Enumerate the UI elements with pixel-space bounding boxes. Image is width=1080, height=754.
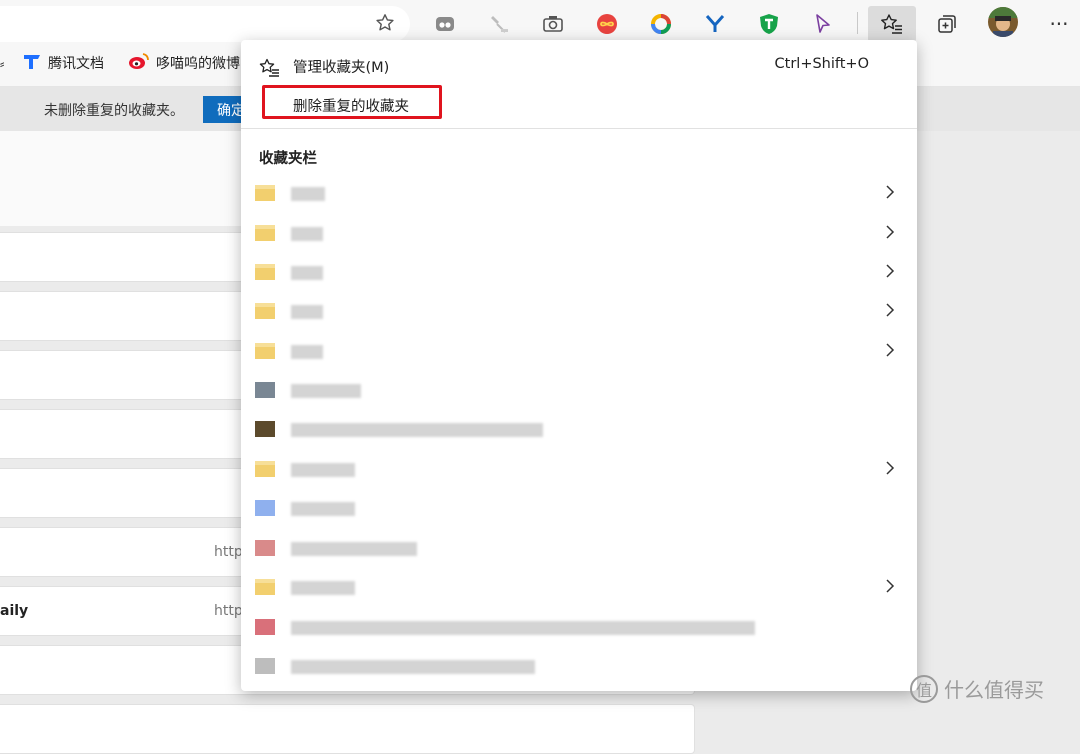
watermark: 值 什么值得买 (910, 674, 1044, 703)
favorite-link[interactable] (241, 489, 917, 525)
list-item-url: http (214, 544, 243, 560)
infinity-icon[interactable] (590, 8, 624, 40)
site-icon (255, 421, 275, 437)
favorites-bar-section-title: 收藏夹栏 (259, 151, 317, 167)
folder-icon (255, 343, 275, 359)
weibo-icon (128, 52, 150, 74)
favorite-label-redacted (291, 621, 755, 635)
site-icon (255, 500, 275, 516)
manage-favorites-icon (259, 58, 279, 77)
manage-favorites-item[interactable]: 管理收藏夹(M) Ctrl+Shift+O (241, 47, 917, 85)
favorite-folder[interactable] (241, 332, 917, 368)
watermark-logo: 值 (910, 674, 938, 703)
chevron-right-icon (886, 225, 895, 239)
favorites-icon[interactable] (868, 6, 916, 42)
cursor-icon[interactable] (806, 8, 840, 40)
folder-icon (255, 303, 275, 319)
chevron-right-icon (886, 264, 895, 278)
favorite-link[interactable] (241, 410, 917, 446)
favorite-label-redacted (291, 384, 361, 398)
site-icon (255, 540, 275, 556)
favorite-folder[interactable] (241, 292, 917, 328)
favorites-menu: 管理收藏夹(M) Ctrl+Shift+O 删除重复的收藏夹 收藏夹栏 (241, 40, 917, 691)
bookmark-tencent-docs[interactable]: 腾讯文档 (22, 48, 104, 78)
favorite-label-redacted (291, 581, 355, 595)
favorite-label-redacted (291, 187, 325, 201)
avatar[interactable] (986, 6, 1020, 38)
favorite-label-redacted (291, 423, 543, 437)
favorite-folder[interactable] (241, 568, 917, 604)
favorite-link[interactable] (241, 371, 917, 407)
folder-icon (255, 185, 275, 201)
folder-icon (255, 264, 275, 280)
collections-icon[interactable] (930, 8, 964, 40)
favorite-label-redacted (291, 227, 323, 241)
favorite-label-redacted (291, 660, 535, 674)
site-icon (255, 658, 275, 674)
y-icon[interactable] (698, 8, 732, 40)
shield-t-icon[interactable] (752, 8, 786, 40)
chevron-right-icon (886, 579, 895, 593)
reader-icon[interactable] (428, 8, 462, 40)
chevron-right-icon (886, 303, 895, 317)
favorite-label-redacted (291, 266, 323, 280)
favorite-label-redacted (291, 463, 355, 477)
favorite-label-redacted (291, 305, 323, 319)
manage-favorites-shortcut: Ctrl+Shift+O (774, 56, 869, 72)
favorite-label-redacted (291, 345, 323, 359)
favorite-folder[interactable] (241, 214, 917, 250)
favorite-link[interactable] (241, 647, 917, 683)
color-ring-icon[interactable] (644, 8, 678, 40)
favorite-label-redacted (291, 542, 417, 556)
highlight-box (262, 85, 442, 119)
bookmark-label: 哆喵呜的微博 (156, 56, 240, 72)
address-bar[interactable] (0, 6, 410, 42)
chevron-right-icon (886, 343, 895, 357)
camera-icon[interactable] (536, 8, 570, 40)
folder-icon (255, 579, 275, 595)
favorite-link[interactable] (241, 608, 917, 644)
bookmark-label: 腾讯文档 (48, 56, 104, 72)
bookmarks-bar-overflow: ⸗ (0, 57, 5, 72)
toolbar-separator (857, 12, 858, 34)
folder-icon (255, 461, 275, 477)
list-item[interactable] (0, 704, 695, 754)
site-icon (255, 382, 275, 398)
favorite-star-icon[interactable] (372, 10, 398, 36)
menu-divider (241, 128, 917, 129)
site-icon (255, 619, 275, 635)
list-item-url: http (214, 603, 243, 619)
tencent-docs-icon (22, 52, 42, 74)
notification-text: 未删除重复的收藏夹。 (44, 103, 184, 119)
eyedropper-icon[interactable] (482, 8, 516, 40)
watermark-text: 什么值得买 (944, 678, 1044, 702)
manage-favorites-label: 管理收藏夹(M) (293, 60, 390, 76)
favorite-folder[interactable] (241, 253, 917, 289)
favorite-link[interactable] (241, 529, 917, 565)
bookmark-weibo[interactable]: 哆喵呜的微博 (128, 48, 240, 78)
more-icon[interactable]: ··· (1042, 8, 1076, 40)
folder-icon (255, 225, 275, 241)
chevron-right-icon (886, 461, 895, 475)
favorite-folder[interactable] (241, 174, 917, 210)
list-item-title: aily (0, 603, 29, 619)
chevron-right-icon (886, 185, 895, 199)
favorite-label-redacted (291, 502, 355, 516)
favorite-folder[interactable] (241, 450, 917, 486)
